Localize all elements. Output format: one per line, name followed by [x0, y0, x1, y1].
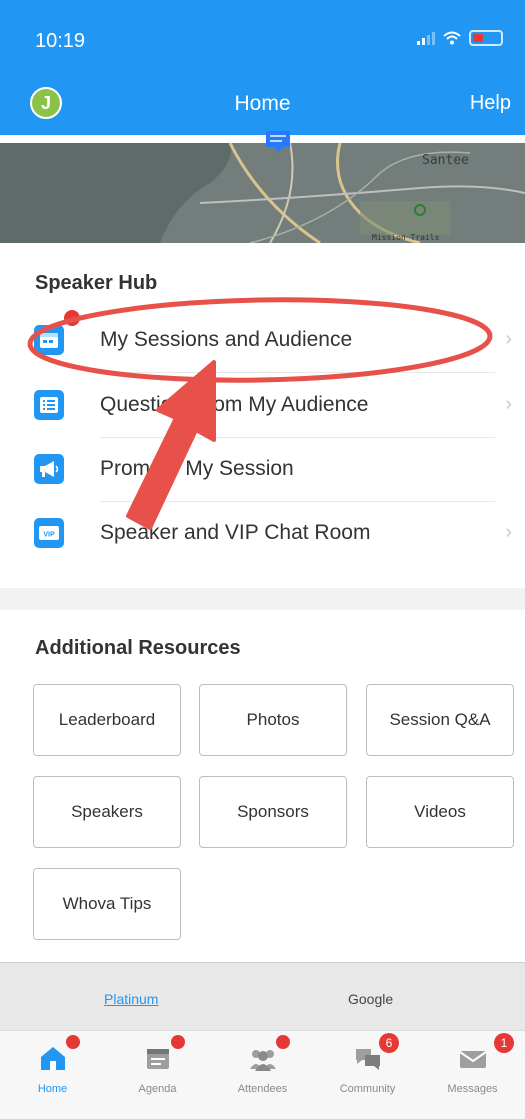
map-label-town: Santee: [422, 153, 469, 168]
status-icons: [417, 30, 503, 46]
nav-bar: J Home Help: [0, 80, 525, 130]
app-header: 10:19 J Home Help: [0, 0, 525, 135]
tab-attendees[interactable]: Attendees: [210, 1031, 315, 1119]
status-time: 10:19: [35, 30, 86, 52]
speaker-hub-title: Speaker Hub: [35, 272, 158, 294]
resource-button-videos[interactable]: Videos: [366, 776, 514, 848]
notification-dot: [66, 1035, 80, 1049]
hub-item-label: Speaker and VIP Chat Room: [100, 521, 371, 544]
messages-icon: [459, 1051, 487, 1068]
chevron-right-icon: ›: [505, 393, 512, 415]
tab-label: Attendees: [237, 1083, 288, 1095]
sponsor-name[interactable]: Google: [348, 991, 393, 1007]
calendar-icon: [34, 325, 64, 355]
hub-item-label: My Sessions and Audience: [100, 328, 353, 351]
tab-home[interactable]: Home: [0, 1031, 105, 1119]
status-bar: 10:19: [0, 0, 525, 70]
community-icon: [356, 1049, 380, 1070]
section-separator: [0, 588, 525, 610]
resource-button-sponsors[interactable]: Sponsors: [199, 776, 347, 848]
svg-text:VIP: VIP: [43, 532, 55, 539]
vip-icon: VIP: [34, 518, 64, 548]
notification-dot: [276, 1035, 290, 1049]
battery-icon: [469, 30, 503, 46]
hub-item-questions[interactable]: Questions from My Audience ›: [0, 373, 525, 438]
app-screen: 10:19 J Home Help Santee Mission Trails …: [0, 0, 525, 1119]
notification-dot: [171, 1035, 185, 1049]
attendees-icon: [250, 1050, 276, 1071]
tab-label: Home: [37, 1083, 68, 1095]
megaphone-icon: [34, 454, 64, 484]
agenda-icon: [147, 1049, 169, 1069]
page-title: Home: [234, 92, 291, 115]
chevron-right-icon: ›: [505, 328, 512, 350]
hub-item-label: Questions from My Audience: [100, 393, 369, 416]
notification-count-badge: 1: [494, 1033, 514, 1053]
resource-button-speakers[interactable]: Speakers: [33, 776, 181, 848]
tab-label: Community: [339, 1083, 396, 1095]
tab-label: Agenda: [138, 1083, 177, 1095]
map-pin-icon[interactable]: [262, 127, 294, 161]
resource-button-photos[interactable]: Photos: [199, 684, 347, 756]
chevron-right-icon: ›: [505, 521, 512, 543]
notification-badge: [64, 310, 80, 326]
tab-community[interactable]: 6 Community: [315, 1031, 420, 1119]
tab-label: Messages: [447, 1083, 498, 1095]
resource-button-leaderboard[interactable]: Leaderboard: [33, 684, 181, 756]
sponsor-tier-link[interactable]: Platinum: [104, 991, 158, 1007]
notification-count-badge: 6: [379, 1033, 399, 1053]
hub-item-promote[interactable]: Promote My Session: [0, 437, 525, 502]
home-icon: [41, 1047, 65, 1070]
tab-bar: Home Agenda Attendees 6 Community 1 Mess…: [0, 1030, 525, 1119]
resource-button-whova-tips[interactable]: Whova Tips: [33, 868, 181, 940]
resource-button-session-qa[interactable]: Session Q&A: [366, 684, 514, 756]
tab-messages[interactable]: 1 Messages: [420, 1031, 525, 1119]
tab-agenda[interactable]: Agenda: [105, 1031, 210, 1119]
wifi-icon: [443, 31, 461, 45]
list-icon: [34, 390, 64, 420]
hub-item-vip-chat[interactable]: VIP Speaker and VIP Chat Room ›: [0, 501, 525, 565]
additional-resources-title: Additional Resources: [35, 637, 241, 659]
cellular-signal-icon: [417, 31, 435, 45]
sponsor-bar: Platinum Google: [0, 962, 525, 1030]
hub-item-label: Promote My Session: [100, 457, 294, 480]
map-label-trails: Mission Trails: [372, 233, 440, 242]
help-button[interactable]: Help: [470, 92, 511, 115]
